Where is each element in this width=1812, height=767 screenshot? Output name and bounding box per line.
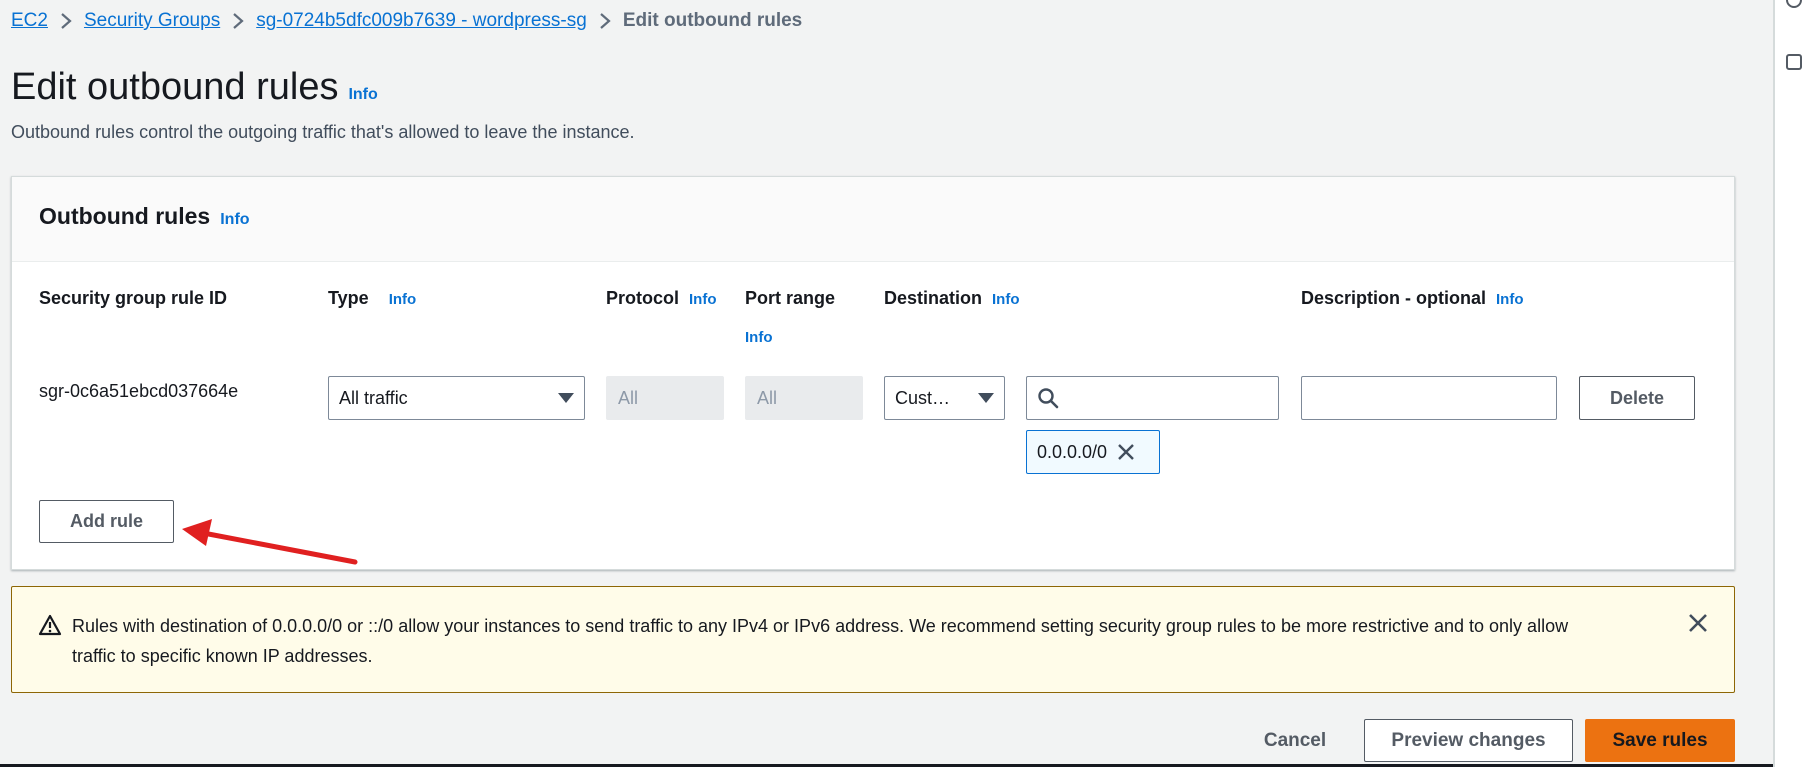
- breadcrumb-security-groups[interactable]: Security Groups: [84, 10, 220, 32]
- destination-token: 0.0.0.0/0: [1026, 430, 1160, 474]
- delete-button[interactable]: Delete: [1579, 376, 1695, 420]
- page-title: Edit outbound rules Info: [11, 66, 378, 109]
- column-protocol-label: Protocol: [606, 288, 680, 308]
- warning-text: Rules with destination of 0.0.0.0/0 or :…: [72, 616, 1569, 666]
- description-info-link[interactable]: Info: [1496, 291, 1524, 308]
- page-description: Outbound rules control the outgoing traf…: [11, 122, 635, 142]
- type-select[interactable]: All traffic: [328, 376, 585, 420]
- breadcrumb-current: Edit outbound rules: [622, 10, 803, 31]
- breadcrumb: EC2 Security Groups sg-0724b5dfc009b7639…: [11, 10, 802, 32]
- add-rule-button[interactable]: Add rule: [39, 500, 174, 543]
- search-icon: [1037, 387, 1059, 409]
- breadcrumb-ec2[interactable]: EC2: [11, 10, 48, 32]
- destination-token-label: 0.0.0.0/0: [1037, 441, 1108, 462]
- caret-down-icon: [978, 393, 994, 403]
- type-info-link[interactable]: Info: [389, 291, 417, 308]
- panel-info-link[interactable]: Info: [220, 211, 249, 229]
- warning-icon: [38, 614, 62, 641]
- port-range-field: All: [745, 376, 863, 420]
- preview-changes-button[interactable]: Preview changes: [1364, 719, 1573, 762]
- right-tools-panel: [1773, 0, 1812, 767]
- column-destination-label: Destination: [884, 288, 983, 308]
- destination-type-select[interactable]: Cust…: [884, 376, 1005, 420]
- port-range-value: All: [757, 387, 778, 408]
- port-range-info-link[interactable]: Info: [745, 329, 773, 346]
- breadcrumb-security-group[interactable]: sg-0724b5dfc009b7639 - wordpress-sg: [256, 10, 587, 32]
- column-port-range: Port range: [745, 288, 835, 309]
- chevron-right-icon: [232, 12, 244, 30]
- panel-header: Outbound rules Info: [12, 177, 1734, 262]
- caret-down-icon: [558, 393, 574, 403]
- column-port-range-label: Port range: [745, 288, 836, 308]
- cancel-button[interactable]: Cancel: [1245, 720, 1345, 762]
- column-type-label: Type: [328, 288, 369, 308]
- port-range-info: Info: [745, 329, 773, 346]
- page-title-text: Edit outbound rules: [11, 66, 339, 108]
- save-rules-button[interactable]: Save rules: [1585, 719, 1735, 762]
- column-protocol: Protocol Info: [606, 288, 717, 309]
- panel-title: Outbound rules: [39, 203, 211, 229]
- protocol-field: All: [606, 376, 724, 420]
- protocol-info-link[interactable]: Info: [689, 291, 717, 308]
- help-icon[interactable]: [1786, 0, 1802, 8]
- warning-alert: Rules with destination of 0.0.0.0/0 or :…: [11, 586, 1735, 693]
- chevron-right-icon: [599, 12, 611, 30]
- protocol-value: All: [618, 387, 639, 408]
- column-destination: Destination Info: [884, 288, 1020, 309]
- annotation-arrow-icon: [182, 519, 358, 565]
- column-rule-id: Security group rule ID: [39, 288, 227, 309]
- column-description-label: Description - optional: [1301, 288, 1487, 308]
- description-input[interactable]: [1301, 376, 1557, 420]
- settings-icon[interactable]: [1786, 54, 1802, 70]
- destination-info-link[interactable]: Info: [992, 291, 1020, 308]
- destination-search-input[interactable]: [1026, 376, 1279, 420]
- destination-type-value: Cust…: [895, 387, 951, 408]
- column-type: Type Info: [328, 288, 416, 309]
- close-icon[interactable]: [1117, 443, 1135, 461]
- column-description: Description - optional Info: [1301, 288, 1524, 309]
- chevron-right-icon: [60, 12, 72, 30]
- close-icon[interactable]: [1688, 613, 1708, 638]
- rule-id: sgr-0c6a51ebcd037664e: [39, 381, 239, 401]
- page-info-link[interactable]: Info: [348, 86, 377, 104]
- column-rule-id-label: Security group rule ID: [39, 288, 228, 308]
- type-select-value: All traffic: [339, 387, 408, 408]
